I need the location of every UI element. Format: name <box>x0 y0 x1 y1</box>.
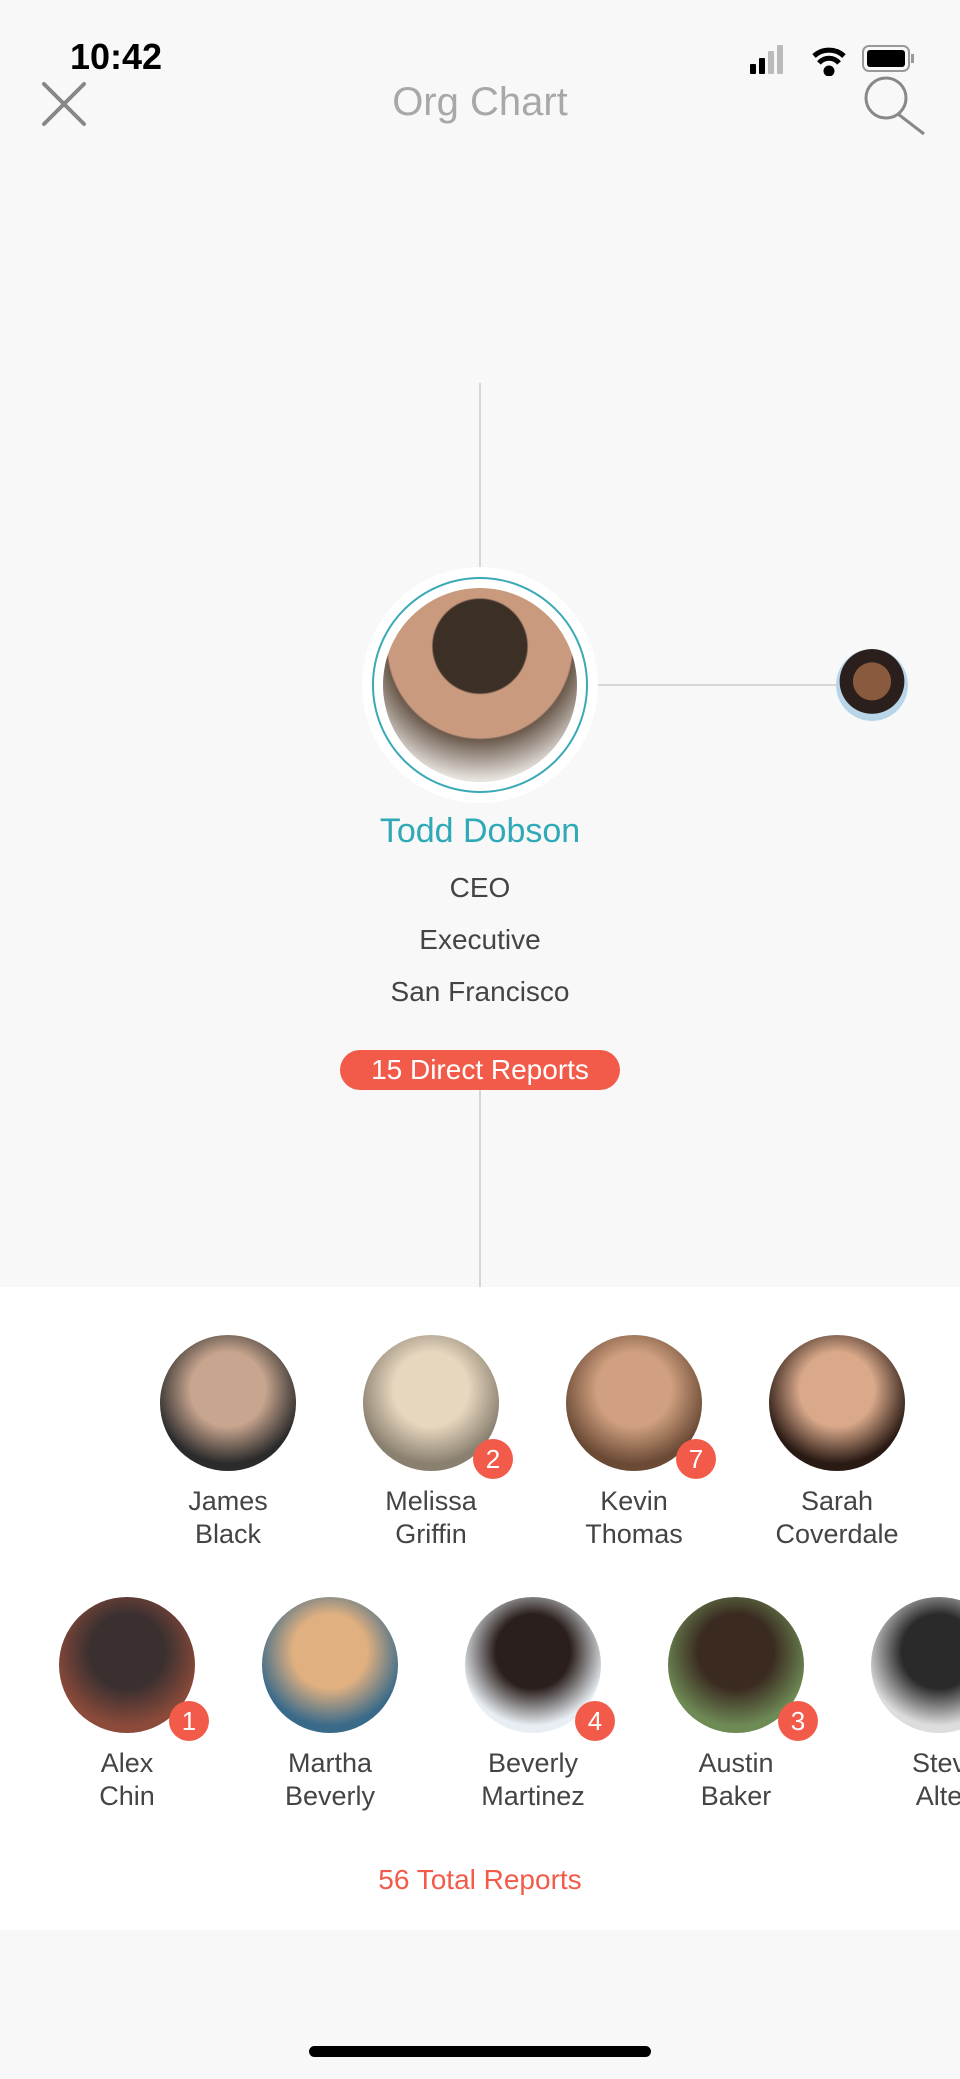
focus-department: Executive <box>419 924 541 955</box>
report-first-name: Kevin <box>600 1486 668 1516</box>
home-indicator[interactable] <box>309 2046 651 2057</box>
report-avatar[interactable] <box>262 1597 398 1733</box>
report-avatar[interactable]: 1 <box>59 1597 209 1741</box>
report-avatar[interactable]: 7 <box>566 1335 716 1479</box>
report-name: James Black <box>133 1485 323 1551</box>
report-first-name: Sarah <box>800 1486 874 1516</box>
report-last-name: Beverly <box>284 1781 376 1811</box>
report-first-name: Melissa <box>385 1486 477 1516</box>
connector-peer <box>598 684 838 686</box>
report-count-badge: 2 <box>473 1439 513 1479</box>
report-avatar[interactable]: 2 <box>363 1335 513 1479</box>
wifi-icon <box>812 47 846 76</box>
search-icon[interactable] <box>862 74 928 136</box>
report-name: Melissa Griffin <box>336 1485 526 1551</box>
peer-avatar[interactable] <box>836 649 908 721</box>
connector-up <box>479 383 481 568</box>
report-item[interactable]: 4 Beverly Martinez <box>438 1597 628 1813</box>
report-first-name: Martha <box>287 1748 373 1778</box>
report-first-name: Austin <box>698 1748 774 1778</box>
report-last-name: Alte <box>915 1781 960 1811</box>
report-avatar[interactable] <box>160 1335 296 1471</box>
report-item[interactable]: Sarah Coverdale <box>742 1335 932 1551</box>
report-avatar[interactable] <box>871 1597 960 1733</box>
total-reports-link[interactable]: 56 Total Reports <box>0 1864 960 1896</box>
report-first-name: James <box>188 1486 268 1516</box>
focus-name: Todd Dobson <box>379 812 581 850</box>
report-last-name: Martinez <box>481 1781 585 1811</box>
report-count-badge: 3 <box>778 1701 818 1741</box>
report-name: Austin Baker <box>641 1747 831 1813</box>
report-last-name: Thomas <box>585 1519 683 1549</box>
report-name: Beverly Martinez <box>438 1747 628 1813</box>
report-count-badge: 1 <box>169 1701 209 1741</box>
focus-location: San Francisco <box>390 976 570 1007</box>
report-name: Kevin Thomas <box>539 1485 729 1551</box>
report-name: Stev Alte <box>844 1747 960 1813</box>
battery-icon <box>862 45 914 72</box>
focus-title: CEO <box>449 872 511 903</box>
report-item[interactable]: 1 Alex Chin <box>32 1597 222 1813</box>
report-first-name: Beverly <box>487 1748 579 1778</box>
report-avatar[interactable]: 3 <box>668 1597 818 1741</box>
status-icons <box>750 45 914 76</box>
report-count-badge: 7 <box>676 1439 716 1479</box>
report-last-name: Coverdale <box>775 1519 899 1549</box>
report-last-name: Black <box>194 1519 262 1549</box>
report-last-name: Baker <box>700 1781 772 1811</box>
direct-reports-badge[interactable]: 15 Direct Reports <box>340 1050 620 1090</box>
report-item[interactable]: 2 Melissa Griffin <box>336 1335 526 1551</box>
status-time: 10:42 <box>70 36 163 77</box>
report-item[interactable]: 3 Austin Baker <box>641 1597 831 1813</box>
report-first-name: Stev <box>911 1748 960 1778</box>
report-item[interactable]: Stev Alte <box>844 1597 960 1813</box>
focus-avatar[interactable] <box>383 588 577 782</box>
report-item[interactable]: 7 Kevin Thomas <box>539 1335 729 1551</box>
report-last-name: Chin <box>99 1781 155 1811</box>
report-name: Alex Chin <box>32 1747 222 1813</box>
report-first-name: Alex <box>100 1748 154 1778</box>
report-name: Martha Beverly <box>235 1747 425 1813</box>
report-avatar[interactable] <box>769 1335 905 1471</box>
report-name: Sarah Coverdale <box>742 1485 932 1551</box>
connector-down <box>479 1090 481 1287</box>
report-count-badge: 4 <box>575 1701 615 1741</box>
signal-icon <box>750 45 783 74</box>
report-last-name: Griffin <box>395 1519 467 1549</box>
report-item[interactable]: Martha Beverly <box>235 1597 425 1813</box>
report-item[interactable]: James Black <box>133 1335 323 1551</box>
page-title: Org Chart <box>392 80 568 124</box>
report-avatar[interactable]: 4 <box>465 1597 615 1741</box>
